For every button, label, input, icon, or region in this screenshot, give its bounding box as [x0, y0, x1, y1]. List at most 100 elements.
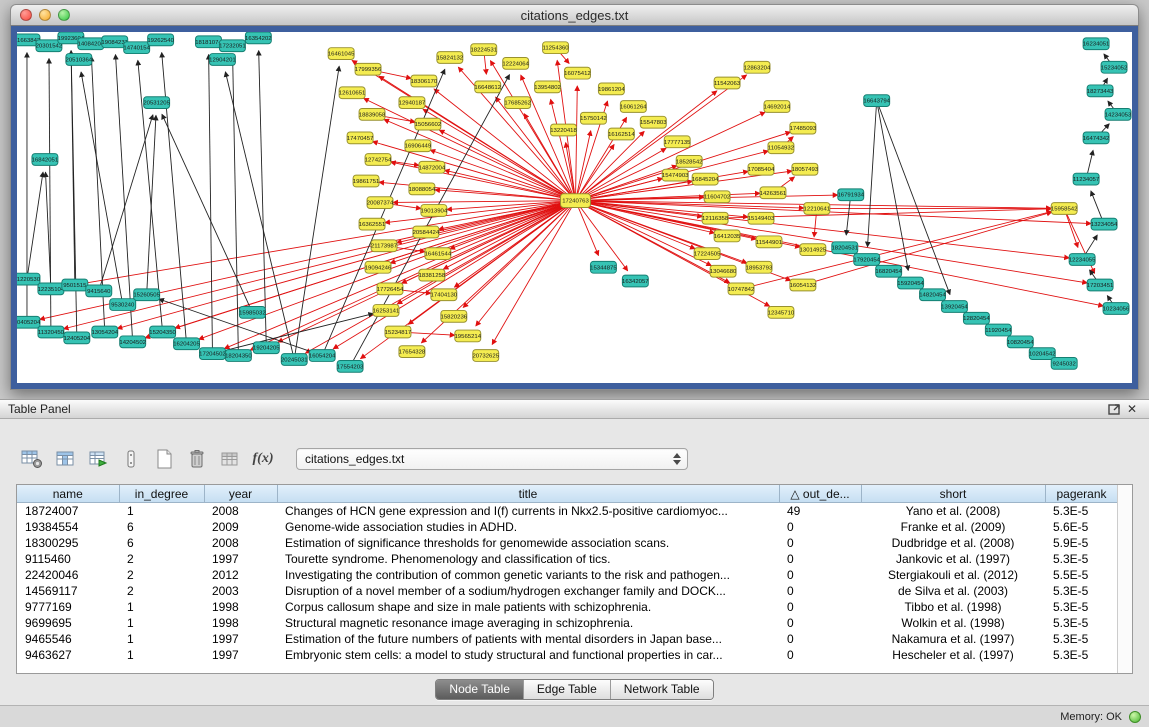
graph-node[interactable]: 15234052 — [1101, 61, 1128, 73]
column-header-pagerank[interactable]: pagerank — [1045, 485, 1118, 503]
graph-node[interactable]: 16204205 — [173, 338, 200, 350]
table-cell[interactable]: 1 — [119, 615, 204, 631]
table-cell[interactable]: 9699695 — [17, 615, 119, 631]
table-cell[interactable]: Changes of HCN gene expression and I(f) … — [277, 503, 779, 520]
table-cell[interactable]: 9463627 — [17, 647, 119, 663]
table-cell[interactable]: 1997 — [204, 551, 277, 567]
tab-node-table[interactable]: Node Table — [436, 680, 523, 699]
graph-node[interactable]: 13054204 — [91, 326, 118, 338]
graph-node[interactable]: 15958542 — [1051, 203, 1078, 215]
table-cell[interactable]: Tibbo et al. (1998) — [861, 599, 1045, 615]
graph-node[interactable]: 19262540 — [147, 34, 174, 46]
graph-node[interactable]: 18088054 — [409, 183, 436, 195]
table-selector-dropdown[interactable]: citations_edges.txt — [296, 448, 688, 470]
graph-node[interactable]: 16461544 — [425, 248, 452, 260]
graph-node[interactable]: 13954802 — [534, 81, 561, 93]
table-cell[interactable]: 1998 — [204, 599, 277, 615]
table-cell[interactable]: Estimation of the future numbers of pati… — [277, 631, 779, 647]
table-cell[interactable]: 2008 — [204, 535, 277, 551]
graph-node[interactable]: 15824132 — [437, 52, 464, 64]
graph-node[interactable]: 20584424 — [413, 226, 440, 238]
table-cell[interactable]: 5.3E-5 — [1045, 583, 1118, 599]
graph-node[interactable]: 17999356 — [355, 63, 382, 75]
graph-node[interactable]: 17240763 — [561, 194, 591, 208]
table-row[interactable]: 1456911722003Disruption of a novel membe… — [17, 583, 1118, 599]
graph-node[interactable]: 18528542 — [676, 156, 703, 168]
table-cell[interactable]: 0 — [779, 599, 861, 615]
table-cell[interactable]: 2003 — [204, 583, 277, 599]
graph-node[interactable]: 16234051 — [1083, 38, 1110, 50]
table-row[interactable]: 911546021997Tourette syndrome. Phenomeno… — [17, 551, 1118, 567]
graph-node[interactable]: 18057493 — [792, 163, 819, 175]
table-cell[interactable]: 9777169 — [17, 599, 119, 615]
table-cell[interactable]: 22420046 — [17, 567, 119, 583]
graph-node[interactable]: 16253141 — [373, 305, 400, 317]
graph-node[interactable]: 17554203 — [337, 360, 364, 372]
table-cell[interactable]: 18300295 — [17, 535, 119, 551]
graph-node[interactable]: 10234056 — [1103, 303, 1130, 315]
table-cell[interactable]: 0 — [779, 583, 861, 599]
graph-node[interactable]: 17485093 — [790, 122, 817, 134]
graph-node[interactable]: 20245031 — [281, 354, 308, 366]
table-cell[interactable]: 5.5E-5 — [1045, 567, 1118, 583]
graph-node[interactable]: 9530240 — [110, 299, 136, 311]
table-row[interactable]: 946362711997Embryonic stem cells: a mode… — [17, 647, 1118, 663]
table-cell[interactable]: Estimation of significance thresholds fo… — [277, 535, 779, 551]
delete-column-button[interactable] — [183, 446, 211, 472]
table-cell[interactable]: 6 — [119, 519, 204, 535]
graph-node[interactable]: 15344875 — [590, 261, 617, 273]
table-cell[interactable]: 5.3E-5 — [1045, 551, 1118, 567]
table-cell[interactable]: 1 — [119, 631, 204, 647]
graph-node[interactable]: 15234817 — [385, 326, 412, 338]
graph-node[interactable]: 12345710 — [768, 307, 795, 319]
graph-node[interactable]: 20531205 — [143, 97, 170, 109]
graph-node[interactable]: 14872004 — [419, 161, 446, 173]
graph-node[interactable]: 19094246 — [365, 261, 392, 273]
table-row[interactable]: 1830029562008Estimation of significance … — [17, 535, 1118, 551]
graph-node[interactable]: 12904201 — [209, 54, 236, 66]
graph-node[interactable]: 15985032 — [239, 307, 266, 319]
table-cell[interactable]: 5.3E-5 — [1045, 599, 1118, 615]
graph-node[interactable]: 12405204 — [64, 332, 91, 344]
float-panel-icon[interactable] — [1105, 402, 1123, 417]
table-cell[interactable]: Dudbridge et al. (2008) — [861, 535, 1045, 551]
table-row[interactable]: 969969511998Structural magnetic resonanc… — [17, 615, 1118, 631]
graph-node[interactable]: 21173987 — [371, 240, 397, 252]
graph-node[interactable]: 18953793 — [746, 261, 773, 273]
graph-node[interactable]: 16342057 — [622, 275, 649, 287]
column-header-short[interactable]: short — [861, 485, 1045, 503]
table-cell[interactable]: 0 — [779, 631, 861, 647]
table-cell[interactable]: 18724007 — [17, 503, 119, 520]
graph-node[interactable]: 15149403 — [748, 212, 775, 224]
graph-node[interactable]: 17726454 — [377, 283, 404, 295]
graph-node[interactable]: 12863204 — [744, 61, 771, 73]
table-cell[interactable]: 0 — [779, 551, 861, 567]
row-options-button[interactable] — [117, 446, 145, 472]
table-cell[interactable]: 19384554 — [17, 519, 119, 535]
table-cell[interactable]: 1 — [119, 647, 204, 663]
graph-node[interactable]: 17204502 — [199, 348, 226, 360]
graph-node[interactable]: 18306170 — [411, 75, 438, 87]
table-cell[interactable]: 14569117 — [17, 583, 119, 599]
graph-node[interactable]: 19013904 — [421, 205, 448, 217]
table-cell[interactable]: 2 — [119, 583, 204, 599]
graph-node[interactable]: 9415640 — [86, 285, 112, 297]
graph-node[interactable]: 11234057 — [1073, 173, 1099, 185]
graph-node[interactable]: 16412035 — [714, 230, 741, 242]
zoom-window-button[interactable] — [58, 9, 70, 21]
graph-node[interactable]: 11254360 — [542, 42, 569, 54]
table-cell[interactable]: 9115460 — [17, 551, 119, 567]
graph-node[interactable]: 19204205 — [253, 342, 280, 354]
table-row[interactable]: 946554611997Estimation of the future num… — [17, 631, 1118, 647]
table-cell[interactable]: 5.9E-5 — [1045, 535, 1118, 551]
graph-node[interactable]: 19861204 — [598, 83, 625, 95]
graph-node[interactable]: 15260505 — [133, 289, 160, 301]
function-builder-button[interactable]: f(x) — [249, 446, 277, 472]
graph-node[interactable]: 13920454 — [941, 301, 968, 313]
graph-node[interactable]: 16474342 — [1083, 132, 1110, 144]
table-cell[interactable]: 0 — [779, 519, 861, 535]
table-cell[interactable]: Investigating the contribution of common… — [277, 567, 779, 583]
graph-node[interactable]: 16054132 — [790, 279, 817, 291]
tab-network-table[interactable]: Network Table — [610, 680, 713, 699]
close-window-button[interactable] — [20, 9, 32, 21]
